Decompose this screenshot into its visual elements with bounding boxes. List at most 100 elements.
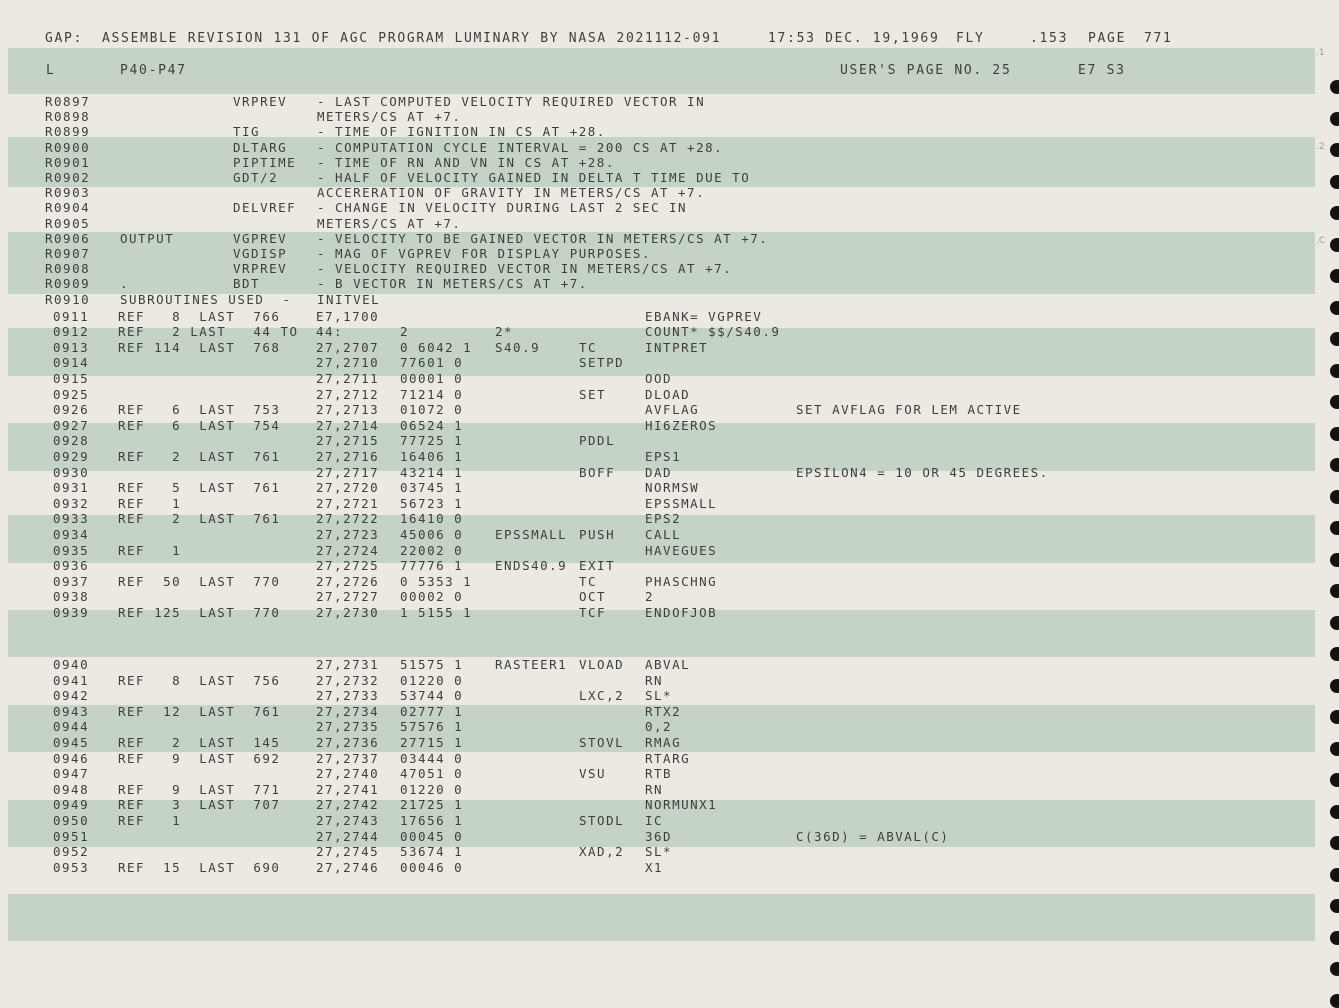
comment-text: INITVEL [317,291,381,307]
comment-text: - VELOCITY REQUIRED VECTOR IN METERS/CS … [317,261,733,277]
listing-row: 0948 REF 9 LAST 771 27,2741 01220 0 RN [0,782,1339,797]
symbol-field: DLTARG [233,139,288,155]
feed-hole [1330,836,1339,850]
operand-field: COUNT* $$/S40.9 [645,324,781,340]
line-number: 0948 [53,781,90,797]
operand-field: HI6ZEROS [645,417,718,433]
opcode-field: OCT [579,589,607,605]
reference-field: REF 2 LAST 761 [118,511,281,527]
reference-field: REF 6 LAST 754 [118,417,281,433]
reference-field: REF 9 LAST 692 [118,750,281,766]
operand-field: NORMUNX1 [645,797,718,813]
octal-word: 00045 0 [400,828,464,844]
listing-row: 0944 27,2735 57576 1 0,2 [0,719,1339,734]
listing-row: 0912 REF 2 LAST 44 TO 44: 2 2* COUNT* $$/S40.… [0,324,1339,339]
octal-word: 53674 1 [400,844,464,860]
remark-text: C(36D) = ABVAL(C) [796,828,950,844]
comment-text: - B VECTOR IN METERS/CS AT +7. [317,276,588,292]
reference-field: REF 2 LAST 761 [118,448,281,464]
feed-hole [1330,994,1339,1008]
octal-word: 77725 1 [400,433,464,449]
symbol-field: DELVREF [233,200,297,216]
feed-hole [1330,395,1339,409]
address-field: 27,2722 [316,511,380,527]
feed-hole [1330,238,1339,252]
opcode-field: XAD,2 [579,844,625,860]
opcode-field: VLOAD [579,657,625,672]
feed-hole [1330,364,1339,378]
operand-field: ENDOFJOB [645,604,718,620]
octal-word: 01072 0 [400,402,464,418]
feed-hole [1330,584,1339,598]
line-number: R0898 [45,109,91,125]
feed-hole [1330,773,1339,787]
line-number: 0952 [53,844,90,860]
listing-row: 0950 REF 1 27,2743 17656 1 STODL IC [0,813,1339,828]
feed-hole [1330,112,1339,126]
operand-field: X1 [645,859,664,875]
line-number: 0930 [53,464,90,480]
operand-field: NORMSW [645,480,700,496]
line-number: 0936 [53,558,90,574]
address-field: 27,2726 [316,573,380,589]
comment-text: - CHANGE IN VELOCITY DURING LAST 2 SEC I… [317,200,688,216]
octal-word: 06524 1 [400,417,464,433]
reference-field: REF 12 LAST 761 [118,703,281,719]
address-field: 27,2721 [316,495,380,511]
line-number: R0900 [45,139,91,155]
address-field: 27,2733 [316,688,380,704]
line-number: 0914 [53,355,90,371]
comment-text: - MAG OF VGPREV FOR DISPLAY PURPOSES. [317,246,651,261]
address-field: 27,2736 [316,735,380,750]
operand-field: EBANK= VGPREV [645,308,763,324]
operand-field: 0,2 [645,719,673,735]
operand-field: HAVEGUES [645,542,718,558]
octal-word: 16406 1 [400,448,464,464]
operand-field: AVFLAG [645,402,700,418]
octal-word: 00001 0 [400,370,464,386]
line-number: R0906 [45,230,91,246]
address-field: 27,2725 [316,558,380,574]
line-number: 0940 [53,657,90,672]
line-number: 0931 [53,480,90,496]
feed-hole [1330,175,1339,189]
line-number: 0937 [53,573,90,589]
comment-text: METERS/CS AT +7. [317,215,462,231]
header-line: GAP: ASSEMBLE REVISION 131 OF AGC PROGRA… [0,31,1339,46]
users-page-label: USER'S PAGE NO. 25 [840,63,1012,78]
line-number: 0943 [53,703,90,719]
margin-mark: .2 [1316,142,1325,152]
listing-row: 0939 REF 125 LAST 770 27,2730 1 5155 1 TCF EN… [0,605,1339,620]
timestamp: 17:53 DEC. 19,1969 [768,31,940,46]
address-field: 27,2720 [316,480,380,496]
feed-hole [1330,616,1339,630]
line-number: 0941 [53,672,90,688]
opcode-field: STODL [579,813,625,828]
octal-word: 0 6042 1 [400,339,473,355]
opcode-field: TC [579,573,598,589]
octal-word: 27715 1 [400,735,464,750]
symbol-field: VRPREV [233,261,288,277]
symbol-field: PIPTIME [233,154,297,170]
operand-field: SL* [645,688,673,704]
tag-field: EPSSMALL [495,526,568,542]
reference-field: REF 2 LAST 44 TO [118,324,299,340]
listing-row: 0930 27,2717 43214 1 BOFF DAD EPSILON4 = 10 O… [0,465,1339,480]
listing-row: 0926 REF 6 LAST 753 27,2713 01072 0 AVFLAG SE… [0,402,1339,417]
octal-word: 00002 0 [400,589,464,605]
tag-field: S40.9 [495,339,541,355]
listing-row: R0907 VGDISP - MAG OF VGPREV FOR DISPLAY P… [0,246,1339,261]
octal-word: 43214 1 [400,464,464,480]
line-number: 0911 [53,308,90,324]
octal-word: 45006 0 [400,526,464,542]
line-number: 0944 [53,719,90,735]
operand-field: 36D [645,828,673,844]
listing-row: R0908 VRPREV - VELOCITY REQUIRED VECTOR IN… [0,261,1339,276]
listing-row: 0929 REF 2 LAST 761 27,2716 16406 1 EPS1 [0,449,1339,464]
reference-field: REF 3 LAST 707 [118,797,281,813]
listing-row: 0911 REF 8 LAST 766 E7,1700 EBANK= VGPREV [0,309,1339,324]
octal-word: 0 5353 1 [400,573,473,589]
octal-word: 00046 0 [400,859,464,875]
line-number: 0946 [53,750,90,766]
remark-text: SET AVFLAG FOR LEM ACTIVE [796,402,1022,418]
